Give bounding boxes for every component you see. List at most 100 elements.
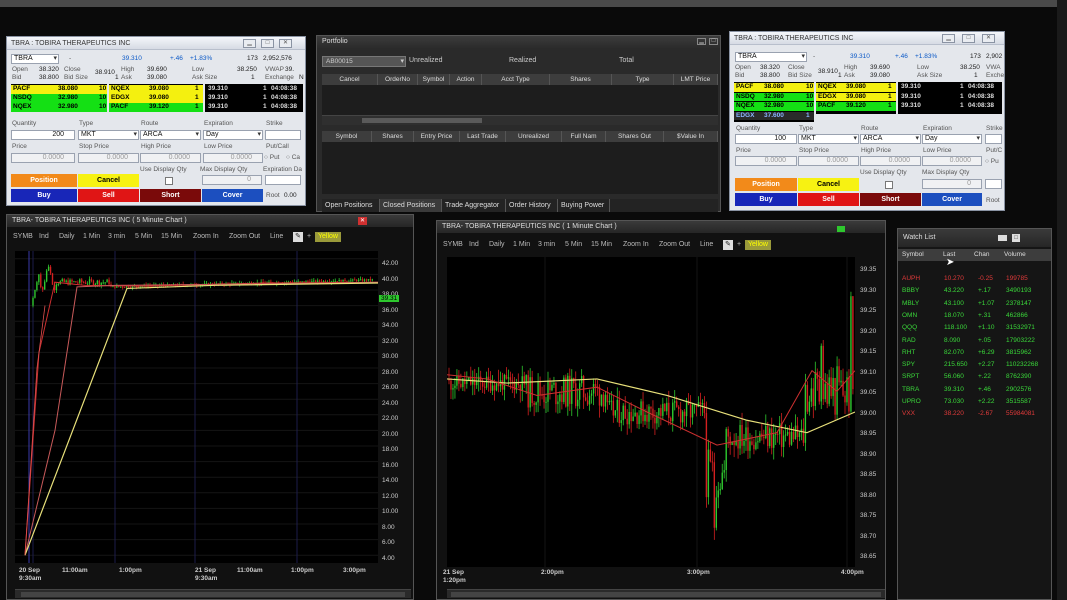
- book-row[interactable]: NQEX 32.980 10: [734, 102, 814, 111]
- watchlist-row[interactable]: VXX 38.220 -2.67 55984081: [898, 408, 1051, 420]
- sell-button[interactable]: Sell: [78, 189, 139, 202]
- use-display-qty-checkbox[interactable]: [165, 177, 173, 185]
- cancel-button[interactable]: Cancel: [798, 178, 859, 191]
- minimize-icon[interactable]: [998, 235, 1007, 241]
- book-row[interactable]: NSDQ 32.980 10: [734, 92, 814, 101]
- chart-tool-line[interactable]: Line: [270, 233, 283, 240]
- symbol-select[interactable]: TBRA: [735, 52, 807, 62]
- chart-tool-zoom-out[interactable]: Zoom Out: [229, 233, 260, 240]
- column-header[interactable]: LMT Price: [674, 74, 718, 85]
- expiration-date-field[interactable]: [265, 175, 301, 185]
- quantity-field[interactable]: 100: [735, 134, 797, 144]
- watchlist-row[interactable]: OMN 18.070 +.31 462866: [898, 310, 1051, 322]
- price-field[interactable]: 0.0000: [735, 156, 797, 166]
- tab-closed-positions[interactable]: Closed Positions: [380, 199, 442, 212]
- book-row[interactable]: 39.310 1 04:08:38: [898, 102, 1002, 111]
- column-header[interactable]: Unrealized: [506, 131, 562, 142]
- column-header[interactable]: Action: [450, 74, 482, 85]
- book-row[interactable]: 39.310 1 04:08:38: [898, 83, 1002, 92]
- high-price-field[interactable]: 0.0000: [140, 153, 201, 163]
- chart-tool-symb[interactable]: SYMB: [443, 241, 463, 248]
- position-button[interactable]: Position: [735, 178, 797, 191]
- scroll-thumb[interactable]: [21, 592, 405, 597]
- chart-tool-line[interactable]: Line: [700, 241, 713, 248]
- route-select[interactable]: ARCA: [140, 130, 201, 140]
- book-row[interactable]: 39.310 1 04:08:38: [898, 92, 1002, 101]
- maximize-icon[interactable]: □: [261, 39, 274, 48]
- chart-tool-15-min[interactable]: 15 Min: [161, 233, 182, 240]
- book-row[interactable]: PACF 39.120 1: [816, 102, 896, 111]
- call-radio[interactable]: ○ Ca: [286, 154, 300, 161]
- chart-plot-area[interactable]: [447, 257, 855, 567]
- column-header[interactable]: Cancel: [322, 74, 378, 85]
- book-row[interactable]: NSDQ 32.980 10: [11, 94, 107, 103]
- expiration-select[interactable]: Day: [203, 130, 263, 140]
- chart-tool-daily[interactable]: Daily: [489, 241, 505, 248]
- expiration-date-field[interactable]: [985, 179, 1002, 189]
- put-radio[interactable]: ○ Pu: [985, 158, 999, 165]
- low-price-field[interactable]: 0.0000: [922, 156, 982, 166]
- chart-tool-zoom-out[interactable]: Zoom Out: [659, 241, 690, 248]
- book-row[interactable]: EDGX 39.080 1: [109, 94, 203, 103]
- account-select[interactable]: AB00015 ▾: [322, 56, 406, 67]
- maximize-icon[interactable]: □: [709, 38, 718, 45]
- minimize-icon[interactable]: ▁: [697, 38, 706, 45]
- close-icon[interactable]: ✕: [358, 217, 367, 225]
- watchlist-row[interactable]: BBBY 43.220 +.17 3490193: [898, 285, 1051, 297]
- book-row[interactable]: PACF 38.080 10: [11, 85, 107, 94]
- scroll-thumb[interactable]: [362, 118, 482, 123]
- book-row[interactable]: NQEX 39.080 1: [816, 83, 896, 92]
- column-header[interactable]: Symbol: [322, 131, 372, 142]
- minimize-icon[interactable]: ▁: [243, 39, 256, 48]
- watchlist-row[interactable]: AUPH 10.270 -0.25 199785: [898, 273, 1051, 285]
- tab-trade-aggregator[interactable]: Trade Aggregator: [442, 199, 506, 212]
- route-select[interactable]: ARCA: [860, 134, 921, 144]
- chart-plot-area[interactable]: [15, 251, 378, 563]
- chart-tool-5-min[interactable]: 5 Min: [135, 233, 152, 240]
- buy-button[interactable]: Buy: [11, 189, 77, 202]
- strike-field[interactable]: [985, 134, 1002, 144]
- column-header[interactable]: Entry Price: [414, 131, 460, 142]
- use-display-qty-checkbox[interactable]: [885, 181, 893, 189]
- color-select[interactable]: Yellow: [315, 232, 341, 242]
- color-select[interactable]: Yellow: [745, 240, 771, 250]
- short-button[interactable]: Short: [140, 189, 201, 202]
- column-header-symbol[interactable]: Symbol: [902, 249, 924, 261]
- tab-order-history[interactable]: Order History: [506, 199, 558, 212]
- draw-tool-icon[interactable]: ✎: [723, 240, 733, 250]
- minimize-icon[interactable]: ▁: [942, 34, 955, 43]
- chart-tool-5-min[interactable]: 5 Min: [565, 241, 582, 248]
- orders-scrollbar[interactable]: [322, 115, 718, 125]
- watchlist-row[interactable]: RHT 82.070 +6.29 3815962: [898, 347, 1051, 359]
- sell-button[interactable]: Sell: [798, 193, 859, 206]
- book-row[interactable]: 39.310 1 04:08:38: [205, 94, 303, 103]
- chart-tool-ind[interactable]: Ind: [469, 241, 479, 248]
- column-header[interactable]: Full Nam: [562, 131, 606, 142]
- column-header[interactable]: Acct Type: [482, 74, 550, 85]
- cover-button[interactable]: Cover: [922, 193, 982, 206]
- position-button[interactable]: Position: [11, 174, 77, 187]
- watchlist-row[interactable]: QQQ 118.100 +1.10 31532971: [898, 322, 1051, 334]
- order-type-select[interactable]: MKT: [78, 130, 139, 140]
- chart-tool-symb[interactable]: SYMB: [13, 233, 33, 240]
- price-field[interactable]: 0.0000: [11, 153, 75, 163]
- maximize-icon[interactable]: □: [962, 34, 975, 43]
- column-header[interactable]: Shares: [372, 131, 414, 142]
- close-icon[interactable]: ✕: [982, 34, 995, 43]
- high-price-field[interactable]: 0.0000: [860, 156, 921, 166]
- book-row[interactable]: 39.310 1 04:08:38: [205, 85, 303, 94]
- stop-price-field[interactable]: 0.0000: [78, 153, 139, 163]
- order-type-select[interactable]: MKT: [798, 134, 859, 144]
- add-indicator-icon[interactable]: +: [737, 241, 741, 248]
- book-row[interactable]: NQEX 32.980 10: [11, 103, 107, 112]
- max-display-qty-field[interactable]: 0: [202, 175, 262, 185]
- expiration-select[interactable]: Day: [922, 134, 982, 144]
- column-header-chan[interactable]: Chan: [974, 249, 990, 261]
- chart-tool-3-min[interactable]: 3 min: [108, 233, 125, 240]
- put-radio[interactable]: ○ Put: [264, 154, 280, 161]
- cancel-button[interactable]: Cancel: [78, 174, 139, 187]
- chart-scrollbar[interactable]: [447, 589, 885, 598]
- chart-scrollbar[interactable]: [15, 589, 411, 598]
- short-button[interactable]: Short: [860, 193, 921, 206]
- chart-tool-daily[interactable]: Daily: [59, 233, 75, 240]
